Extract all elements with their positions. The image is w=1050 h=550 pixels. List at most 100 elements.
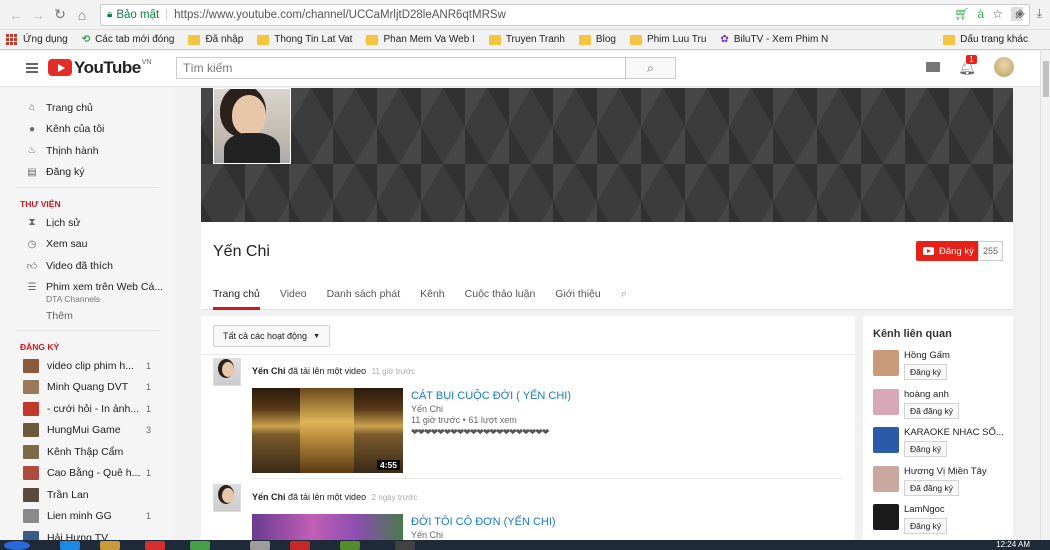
app-icon[interactable] bbox=[340, 541, 360, 550]
bookmark-folder[interactable]: Phim Luu Tru bbox=[629, 34, 706, 45]
tab-discussion[interactable]: Cuộc thảo luận bbox=[465, 288, 536, 310]
scrollbar[interactable] bbox=[1040, 51, 1050, 540]
forward-icon[interactable]: → bbox=[28, 5, 48, 25]
related-subscribe-button[interactable]: Đăng ký bbox=[904, 364, 948, 380]
back-icon[interactable]: ← bbox=[6, 5, 26, 25]
bookmark-folder[interactable]: Blog bbox=[578, 34, 616, 45]
sidebar-subscription-item[interactable]: Trần Lan bbox=[0, 484, 175, 506]
subscriptions-icon: ▤ bbox=[27, 166, 37, 178]
subscription-new-count: 1 bbox=[145, 468, 151, 479]
app-icon[interactable] bbox=[395, 541, 415, 550]
bookmark-other[interactable]: Dấu trang khác bbox=[943, 34, 1028, 45]
sidebar-item-liked-videos[interactable]: 👍︎ Video đã thích bbox=[0, 255, 175, 277]
bookmark-folder[interactable]: Phan Mem Va Web I bbox=[366, 34, 475, 45]
related-subscribe-button[interactable]: Đã đăng ký bbox=[904, 479, 959, 496]
video-title[interactable]: ĐỜI TÔI CÔ ĐƠN (YẾN CHI) bbox=[411, 516, 556, 528]
bookmark-recent-tabs[interactable]: ⟲ Các tab mới đóng bbox=[82, 34, 175, 45]
sidebar-subscription-item[interactable]: HungMui Game 3 bbox=[0, 420, 175, 442]
sidebar-item-home[interactable]: ⌂ Trang chủ bbox=[0, 97, 175, 119]
bookmark-folder[interactable]: Thong Tin Lat Vat bbox=[257, 34, 352, 45]
cart-extension-icon[interactable]: 🛒︎ bbox=[954, 7, 969, 21]
tab-videos[interactable]: Video bbox=[280, 288, 307, 310]
subscription-new-count: 1 bbox=[145, 360, 151, 371]
related-channel-name[interactable]: Hương Vị Miền Tây bbox=[904, 466, 987, 477]
scroll-thumb[interactable] bbox=[1043, 61, 1049, 97]
video-thumbnail[interactable]: 4:55 bbox=[252, 388, 403, 473]
sidebar-subscription-item[interactable]: Lien minh GG 1 bbox=[0, 506, 175, 528]
sidebar-subscription-item[interactable]: Cao Bằng - Quê h... 1 bbox=[0, 463, 175, 485]
video-channel[interactable]: Yến Chi bbox=[411, 530, 443, 540]
sidebar-subscription-item[interactable]: video clip phim h... 1 bbox=[0, 355, 175, 377]
channel-avatar[interactable] bbox=[213, 88, 291, 164]
sidebar-item-subscriptions[interactable]: ▤ Đăng ký bbox=[0, 162, 175, 184]
video-description: ❤❤❤❤❤❤❤❤❤❤❤❤❤❤❤❤❤❤❤❤❤ bbox=[411, 427, 549, 437]
divider bbox=[16, 330, 159, 331]
sidebar-subscription-item[interactable]: Minh Quang DVT 1 bbox=[0, 377, 175, 399]
bookmark-folder[interactable]: Đã nhập bbox=[188, 34, 243, 45]
notification-badge: 1 bbox=[966, 54, 977, 64]
related-channel-avatar[interactable] bbox=[873, 465, 899, 492]
related-channel-avatar[interactable] bbox=[873, 427, 899, 453]
star-icon[interactable]: ☆ bbox=[992, 7, 1003, 21]
address-bar[interactable]: 🔒︎ Bảo mật | https://www.youtube.com/cha… bbox=[100, 3, 1030, 26]
bookmark-folder[interactable]: Truyen Tranh bbox=[488, 34, 565, 45]
search-button[interactable]: ⌕ bbox=[625, 57, 676, 79]
flame-icon: ♨ bbox=[27, 145, 37, 157]
activity-avatar[interactable] bbox=[213, 358, 241, 386]
chrome-icon[interactable] bbox=[250, 541, 270, 550]
reload-icon[interactable]: ↻ bbox=[50, 5, 70, 25]
video-title[interactable]: CÁT BỤI CUỘC ĐỜI ( YẾN CHI) bbox=[411, 390, 571, 402]
tab-home[interactable]: Trang chủ bbox=[213, 288, 260, 310]
sidebar-subscription-item[interactable]: - cưới hỏi - In ảnh... 1 bbox=[0, 398, 175, 420]
sidebar-subscription-item[interactable]: Kênh Thập Cẩm bbox=[0, 441, 175, 463]
translate-icon[interactable]: à bbox=[978, 7, 985, 21]
url-text[interactable]: https://www.youtube.com/channel/UCCaMrlj… bbox=[174, 9, 506, 21]
related-channel-avatar[interactable] bbox=[873, 504, 899, 530]
upload-video-icon[interactable] bbox=[926, 62, 941, 72]
search-input[interactable]: Tìm kiếm bbox=[176, 57, 626, 79]
related-channel-avatar[interactable] bbox=[873, 350, 899, 376]
sidebar-item-watch-later[interactable]: ◷ Xem sau bbox=[0, 234, 175, 256]
tab-about[interactable]: Giới thiệu bbox=[555, 288, 600, 310]
tab-playlists[interactable]: Danh sách phát bbox=[327, 288, 401, 310]
ie-icon[interactable] bbox=[60, 541, 80, 550]
activity-filter-dropdown[interactable]: Tất cả các hoạt động ▼ bbox=[213, 325, 330, 347]
bookmark-bilutv[interactable]: ✿ BiluTV - Xem Phim N bbox=[720, 34, 828, 45]
avatar[interactable] bbox=[994, 57, 1014, 77]
sidebar-item-history[interactable]: ⧗ Lịch sử bbox=[0, 212, 175, 234]
app-icon[interactable] bbox=[190, 541, 210, 550]
app-icon[interactable] bbox=[145, 541, 165, 550]
related-channel-name[interactable]: Hồng Gấm bbox=[904, 350, 950, 361]
sidebar-subscription-item[interactable]: Hải Hưng TV bbox=[0, 527, 175, 540]
youtube-logo[interactable]: YouTube VN bbox=[48, 59, 151, 76]
folder-icon bbox=[578, 34, 591, 45]
show-more-button[interactable]: Thêm bbox=[0, 306, 175, 326]
shield-icon[interactable]: ◈ bbox=[1015, 6, 1024, 21]
related-channel-name[interactable]: KARAOKE NHẠC SỐ... bbox=[904, 427, 1004, 438]
related-subscribe-button[interactable]: Đăng ký bbox=[904, 441, 948, 457]
related-channel-avatar[interactable] bbox=[873, 388, 899, 415]
related-subscribe-button[interactable]: Đăng ký bbox=[904, 518, 948, 534]
app-icon[interactable] bbox=[290, 541, 310, 550]
divider bbox=[201, 354, 855, 355]
bookmark-apps[interactable]: Ứng dụng bbox=[6, 33, 68, 46]
menu-icon[interactable] bbox=[26, 63, 38, 75]
subscribe-button[interactable]: Đăng ký bbox=[916, 241, 981, 261]
notification-bell-icon[interactable]: 🔔︎ 1 bbox=[958, 54, 977, 76]
home-icon[interactable]: ⌂ bbox=[72, 5, 92, 25]
channel-search-icon[interactable]: ⌕ bbox=[621, 288, 627, 310]
sidebar-item-trending[interactable]: ♨ Thịnh hành bbox=[0, 140, 175, 162]
explorer-icon[interactable] bbox=[100, 541, 120, 550]
video-channel[interactable]: Yến Chi bbox=[411, 404, 443, 414]
start-icon[interactable] bbox=[4, 541, 30, 550]
channel-name: Yến Chi bbox=[213, 243, 270, 260]
related-channel-item: Hương Vị Miền Tây Đã đăng ký bbox=[873, 465, 1011, 502]
download-icon[interactable]: ⤓ bbox=[1037, 6, 1042, 21]
related-subscribe-button[interactable]: Đã đăng ký bbox=[904, 402, 959, 419]
folder-icon bbox=[943, 34, 956, 45]
related-channel-name[interactable]: LamNgoc bbox=[904, 504, 945, 515]
related-channel-name[interactable]: hoàng anh bbox=[904, 389, 949, 400]
sidebar-item-my-channel[interactable]: ● Kênh của tôi bbox=[0, 119, 175, 141]
activity-avatar[interactable] bbox=[213, 484, 241, 512]
tab-channels[interactable]: Kênh bbox=[420, 288, 445, 310]
